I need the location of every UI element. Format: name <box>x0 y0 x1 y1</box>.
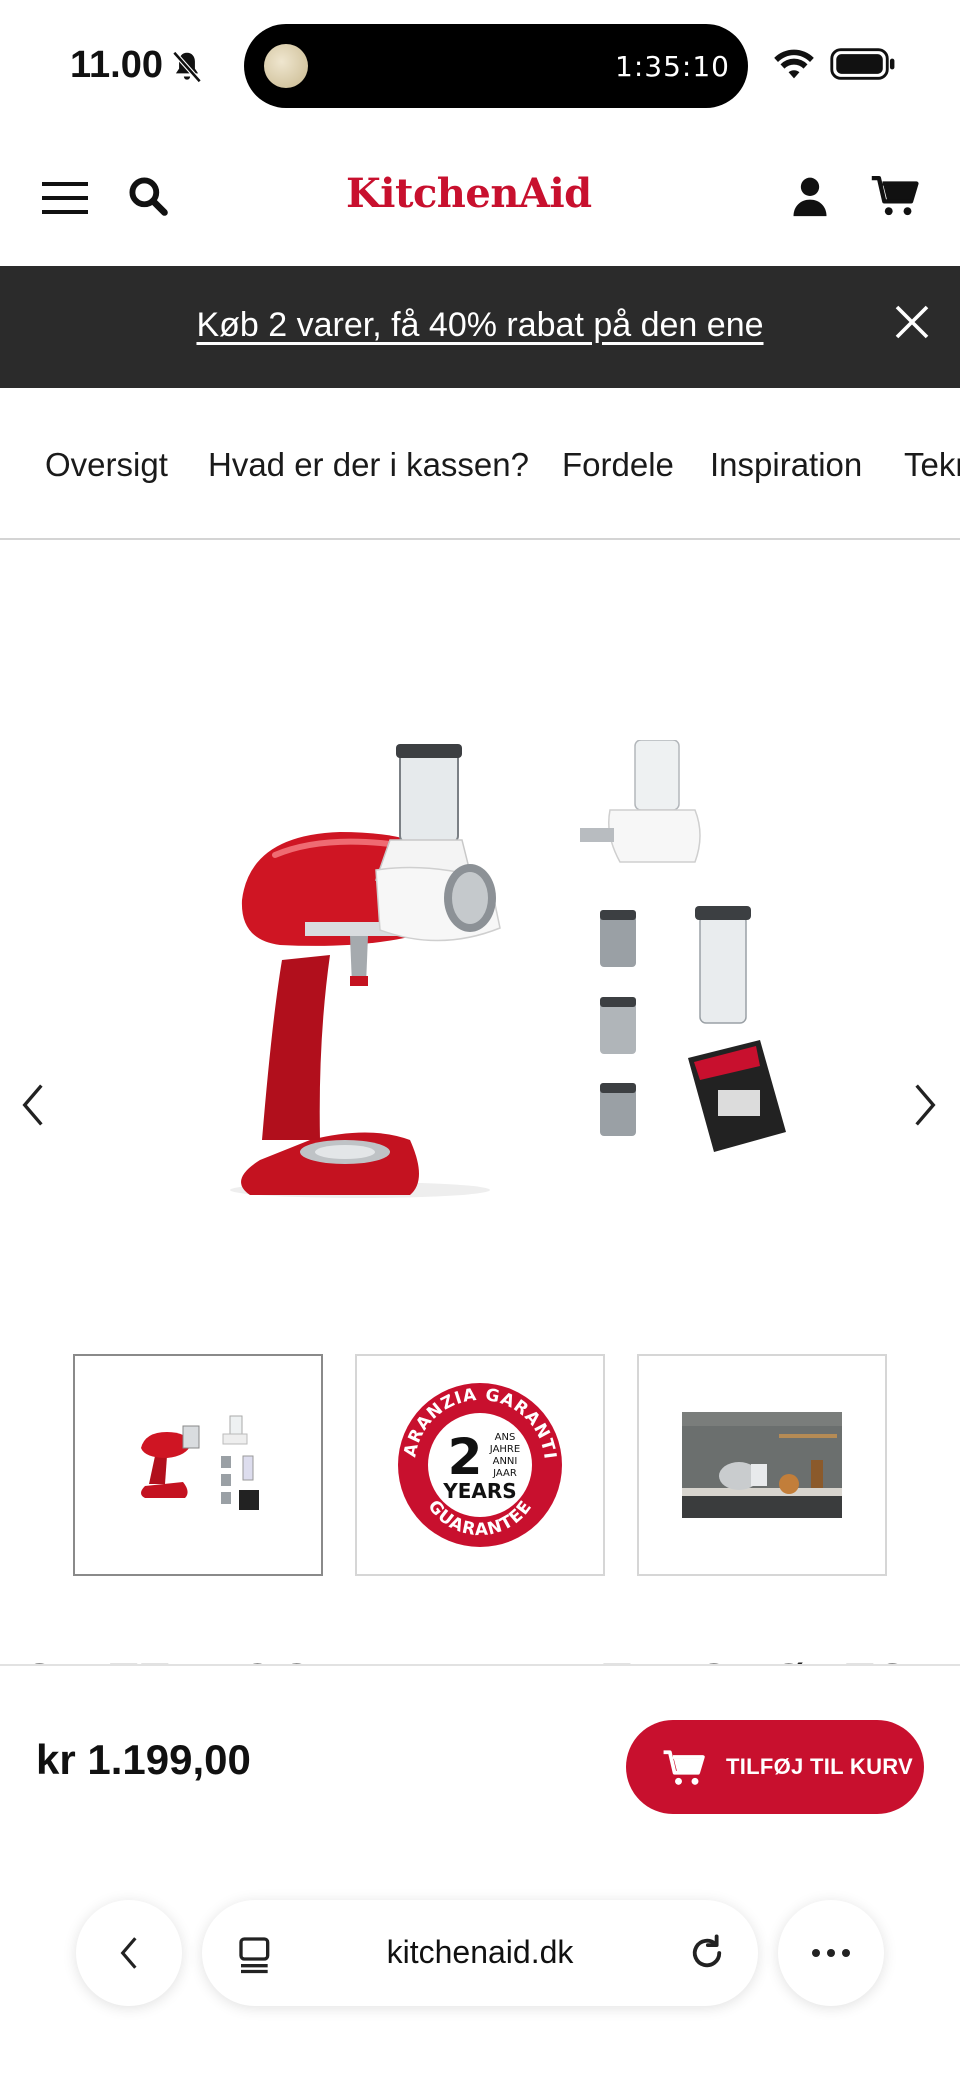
thumbnail-kitchen-image <box>682 1412 842 1518</box>
cart-icon[interactable] <box>870 174 920 218</box>
chevron-left-icon <box>120 1937 137 1969</box>
dynamic-island[interactable]: 1:35:10 <box>244 24 748 108</box>
thumbnail-strip: GARANZIA GARANTIE GUARANTEE 2 ANS JAHRE … <box>0 1341 960 1578</box>
wifi-icon <box>774 49 814 79</box>
close-icon[interactable] <box>892 302 932 342</box>
sticky-cart-bar: kr 1.199,00 TILFØJ TIL KURV <box>0 1664 960 1864</box>
browser-toolbar: kitchenaid.dk <box>0 1864 960 2081</box>
status-bar: 11.00 1:35:10 <box>0 0 960 130</box>
menu-icon[interactable] <box>42 178 90 218</box>
attachment-parts-illustration <box>580 740 786 1152</box>
slicer-attachment-illustration <box>374 744 501 942</box>
svg-text:ANS: ANS <box>495 1432 516 1443</box>
product-image[interactable] <box>200 740 820 1220</box>
product-price: kr 1.199,00 <box>36 1736 251 1783</box>
tab-inspiration[interactable]: Inspiration <box>710 446 862 484</box>
tab-fordele[interactable]: Fordele <box>562 446 674 484</box>
promo-banner: Køb 2 varer, få 40% rabat på den ene <box>0 266 960 388</box>
section-tabs: Oversigt Hvad er der i kassen? Fordele I… <box>0 388 960 540</box>
thumbnail-product-image <box>141 1415 259 1510</box>
address-bar[interactable]: kitchenaid.dk <box>202 1900 758 2006</box>
search-icon[interactable] <box>126 174 170 218</box>
bell-slash-icon <box>172 51 202 83</box>
add-to-cart-label: TILFØJ TIL KURV <box>726 1754 914 1779</box>
svg-text:JAAR: JAAR <box>492 1468 517 1479</box>
reload-icon[interactable] <box>686 1932 728 1974</box>
thumbnail-product[interactable] <box>73 1354 323 1576</box>
account-icon[interactable] <box>788 174 832 218</box>
svg-text:YEARS: YEARS <box>442 1479 516 1503</box>
kitchenaid-logo[interactable]: KitchenAid <box>346 170 592 217</box>
tab-hvad-er-der-i-kassen[interactable]: Hvad er der i kassen? <box>208 446 529 484</box>
product-gallery <box>0 540 960 1320</box>
more-options-button[interactable] <box>778 1900 884 2006</box>
tab-oversigt[interactable]: Oversigt <box>45 446 168 484</box>
thumbnail-kitchen-scene[interactable] <box>637 1354 887 1576</box>
site-header: KitchenAid <box>0 130 960 266</box>
island-timer: 1:35:10 <box>615 50 730 83</box>
ellipsis-icon <box>812 1949 850 1957</box>
guarantee-badge-icon: GARANZIA GARANTIE GUARANTEE 2 ANS JAHRE … <box>350 1341 562 1547</box>
battery-icon <box>830 48 895 80</box>
thumbnail-guarantee-badge[interactable]: GARANZIA GARANTIE GUARANTEE 2 ANS JAHRE … <box>350 1341 605 1576</box>
media-artwork <box>264 44 308 88</box>
status-time: 11.00 <box>70 44 163 86</box>
svg-text:JAHRE: JAHRE <box>489 1444 520 1455</box>
cart-icon <box>663 1750 705 1785</box>
url-text[interactable]: kitchenaid.dk <box>202 1934 758 1971</box>
add-to-cart-button[interactable]: TILFØJ TIL KURV <box>626 1720 924 1814</box>
browser-back-button[interactable] <box>76 1900 182 2006</box>
svg-text:2: 2 <box>448 1428 483 1486</box>
tab-tekniske[interactable]: Tekn <box>904 446 960 484</box>
chevron-left-icon[interactable] <box>18 1080 48 1130</box>
promo-link[interactable]: Køb 2 varer, få 40% rabat på den ene <box>0 306 960 345</box>
svg-text:ANNI: ANNI <box>493 1456 518 1467</box>
chevron-right-icon[interactable] <box>910 1080 940 1130</box>
